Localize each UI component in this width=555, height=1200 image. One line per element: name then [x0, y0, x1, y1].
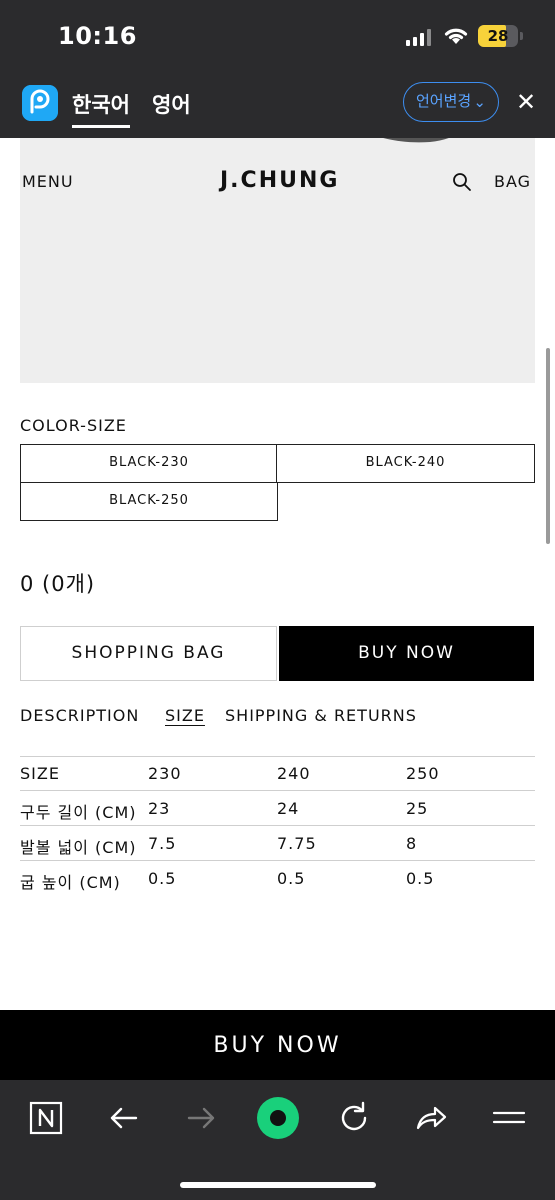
table-cell: 0.5 — [148, 869, 177, 888]
chevron-down-icon: ⌄ — [473, 93, 486, 111]
back-arrow-icon[interactable] — [104, 1098, 144, 1138]
tab-current-language[interactable]: 한국어 — [72, 89, 130, 119]
table-divider — [20, 790, 535, 791]
site-menu-link[interactable]: MENU — [22, 172, 74, 191]
table-divider — [20, 756, 535, 757]
table-cell: 7.75 — [277, 834, 317, 853]
table-cell: 구두 길이 (CM) — [20, 803, 137, 822]
close-icon[interactable]: ✕ — [514, 88, 538, 116]
buy-now-button[interactable]: BUY NOW — [279, 626, 534, 681]
active-language-underline — [72, 125, 130, 128]
bottom-buy-now-button[interactable]: BUY NOW — [0, 1010, 555, 1080]
option-black-240[interactable]: BLACK-240 — [276, 444, 535, 483]
table-cell: 25 — [406, 799, 429, 818]
table-cell: 23 — [148, 799, 171, 818]
table-cell: 발볼 넓이 (CM) — [20, 838, 137, 857]
forward-arrow-icon — [187, 1107, 215, 1129]
tab-description[interactable]: DESCRIPTION — [20, 706, 139, 725]
tab-size[interactable]: SIZE — [165, 706, 205, 725]
home-indicator[interactable] — [180, 1182, 376, 1188]
status-time: 10:16 — [58, 22, 137, 50]
table-header-cell: 230 — [148, 764, 182, 783]
option-black-230[interactable]: BLACK-230 — [20, 444, 278, 483]
table-divider — [20, 825, 535, 826]
table-cell: 굽 높이 (CM) — [20, 873, 121, 892]
search-icon[interactable] — [452, 172, 472, 192]
table-header-cell: 240 — [277, 764, 311, 783]
table-header-cell: SIZE — [20, 764, 60, 783]
color-size-label: COLOR-SIZE — [20, 416, 127, 435]
shopping-bag-button[interactable]: SHOPPING BAG — [20, 626, 277, 681]
green-dot-icon[interactable] — [256, 1096, 300, 1140]
table-cell: 8 — [406, 834, 418, 853]
status-bar: 10:16 28 — [0, 0, 555, 68]
battery-icon: 28 — [478, 25, 518, 47]
shoe-image-fragment — [383, 138, 449, 143]
reload-icon[interactable] — [334, 1098, 374, 1138]
tab-shipping-returns[interactable]: SHIPPING & RETURNS — [225, 706, 417, 725]
scrollbar[interactable] — [546, 348, 550, 544]
tab-other-language[interactable]: 영어 — [152, 89, 191, 119]
signal-icon — [406, 28, 432, 46]
change-language-label: 언어변경 — [416, 92, 472, 110]
naver-n-icon[interactable] — [26, 1098, 66, 1138]
option-black-250[interactable]: BLACK-250 — [20, 482, 278, 521]
share-icon[interactable] — [411, 1098, 451, 1138]
table-header-cell: 250 — [406, 764, 440, 783]
translation-bar: 한국어 영어 언어변경 ⌄ ✕ — [0, 68, 555, 138]
table-divider — [20, 860, 535, 861]
table-cell: 0.5 — [406, 869, 435, 888]
web-page: MENU J.CHUNG BAG COLOR-SIZE BLACK-230 BL… — [0, 138, 555, 1010]
battery-level: 28 — [487, 27, 509, 45]
bag-link[interactable]: BAG — [494, 172, 531, 191]
site-logo[interactable]: J.CHUNG — [220, 168, 339, 193]
total-price: 0 (0개) — [20, 572, 96, 596]
table-cell: 24 — [277, 799, 300, 818]
table-cell: 0.5 — [277, 869, 306, 888]
papago-logo-icon[interactable] — [22, 85, 58, 121]
wifi-icon — [444, 28, 468, 44]
menu-icon[interactable] — [489, 1098, 529, 1138]
change-language-button[interactable]: 언어변경 ⌄ — [403, 82, 499, 122]
table-cell: 7.5 — [148, 834, 177, 853]
